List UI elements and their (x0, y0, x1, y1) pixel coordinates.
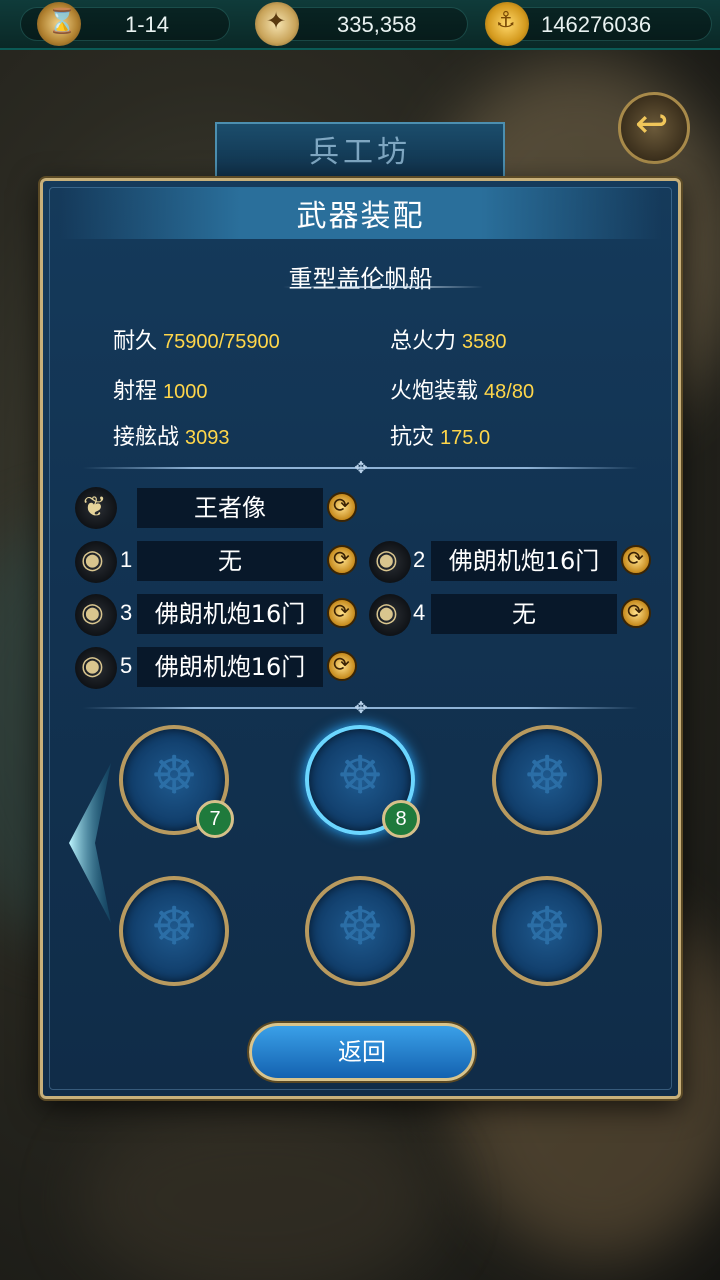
cannon-icon (75, 647, 117, 689)
figurehead-swap-button[interactable] (327, 492, 357, 522)
back-arrow-button[interactable] (618, 92, 690, 164)
slot-number: 2 (413, 547, 426, 572)
slot-number: 3 (120, 600, 133, 625)
hourglass-icon (37, 2, 81, 46)
stage-value: 1-14 (125, 12, 170, 37)
stat-durability: 耐久 75900/75900 (113, 323, 280, 355)
divider: ✥ (83, 698, 638, 717)
stat-label: 耐久 (113, 329, 158, 354)
figurehead-wing-icon (75, 487, 117, 529)
stat-boarding: 接舷战 3093 (113, 419, 230, 451)
cannon-slot-3[interactable]: 佛朗机炮16门 (137, 594, 323, 634)
stat-value: 3580 (462, 331, 507, 353)
stat-label: 抗灾 (390, 425, 435, 450)
crew-level-badge: 7 (196, 800, 234, 838)
cannon-slot-4-swap-button[interactable] (621, 598, 651, 628)
cannon-slot-5-swap-button[interactable] (327, 651, 357, 681)
ship-wheel-icon: ☸ (150, 897, 198, 957)
cannon-slot-3-swap-button[interactable] (327, 598, 357, 628)
cannon-icon (369, 594, 411, 636)
stat-range: 射程 1000 (113, 373, 208, 405)
stat-label: 接舷战 (113, 425, 180, 450)
cannon-slot-2-swap-button[interactable] (621, 545, 651, 575)
stat-label: 射程 (113, 379, 158, 404)
ship-wheel-icon: ☸ (523, 897, 571, 957)
ship-wheel-icon: ☸ (336, 897, 384, 957)
resource-bar: 1-14 335,358 146276036 (0, 0, 720, 50)
cannon-slot-1-swap-button[interactable] (327, 545, 357, 575)
stat-value: 3093 (185, 427, 230, 449)
ship-wheel-icon: ☸ (523, 746, 571, 806)
stat-value: 48/80 (484, 381, 535, 403)
gold-resource[interactable]: 146276036 (485, 2, 712, 46)
weapon-assembly-panel: 武器装配 重型盖伦帆船 耐久 75900/75900 总火力 3580 射程 1000… (40, 178, 681, 1099)
cannon-slot-4[interactable]: 无 (431, 594, 617, 634)
crew-level-badge: 8 (382, 800, 420, 838)
gold-value: 146276036 (541, 12, 652, 37)
anchor-coin-icon (485, 2, 529, 46)
crew-slot-6[interactable]: ☸ (492, 876, 602, 986)
divider: ✥ (83, 458, 638, 477)
stat-value: 1000 (163, 381, 208, 403)
slot-number: 1 (120, 547, 133, 572)
stat-value: 75900/75900 (163, 331, 280, 353)
compass-coin-icon (255, 2, 299, 46)
stat-cannon-load: 火炮装载 48/80 (390, 373, 534, 405)
stat-value: 175.0 (440, 427, 491, 449)
crew-slot-4[interactable]: ☸ (119, 876, 229, 986)
stat-disaster-resist: 抗灾 175.0 (390, 419, 490, 451)
slot-number: 5 (120, 653, 133, 678)
figurehead-slot[interactable]: 王者像 (137, 488, 323, 528)
ship-wheel-icon: ☸ (150, 746, 198, 806)
cannon-icon (75, 541, 117, 583)
cannon-slot-1[interactable]: 无 (137, 541, 323, 581)
cannon-slot-5[interactable]: 佛朗机炮16门 (137, 647, 323, 687)
silver-value: 335,358 (337, 12, 417, 37)
workshop-title: 兵工坊 (215, 122, 505, 184)
panel-title: 武器装配 (296, 199, 425, 234)
stage-resource[interactable]: 1-14 (20, 2, 230, 46)
cannon-slot-2[interactable]: 佛朗机炮16门 (431, 541, 617, 581)
crew-slot-3[interactable]: ☸ (492, 725, 602, 835)
stat-label: 火炮装载 (390, 379, 479, 404)
slot-number: 4 (413, 600, 426, 625)
page-left-arrow[interactable] (65, 763, 115, 923)
crew-slot-5[interactable]: ☸ (305, 876, 415, 986)
left-arrow-icon (69, 763, 111, 923)
ship-name: 重型盖伦帆船 (288, 265, 433, 293)
return-button[interactable]: 返回 (249, 1023, 475, 1081)
ship-wheel-icon: ☸ (336, 746, 384, 806)
cannon-icon (75, 594, 117, 636)
silver-resource[interactable]: 335,358 (255, 2, 468, 46)
stat-label: 总火力 (390, 329, 457, 354)
stat-total-firepower: 总火力 3580 (390, 323, 507, 355)
ship-name-underline (283, 286, 483, 288)
cannon-icon (369, 541, 411, 583)
